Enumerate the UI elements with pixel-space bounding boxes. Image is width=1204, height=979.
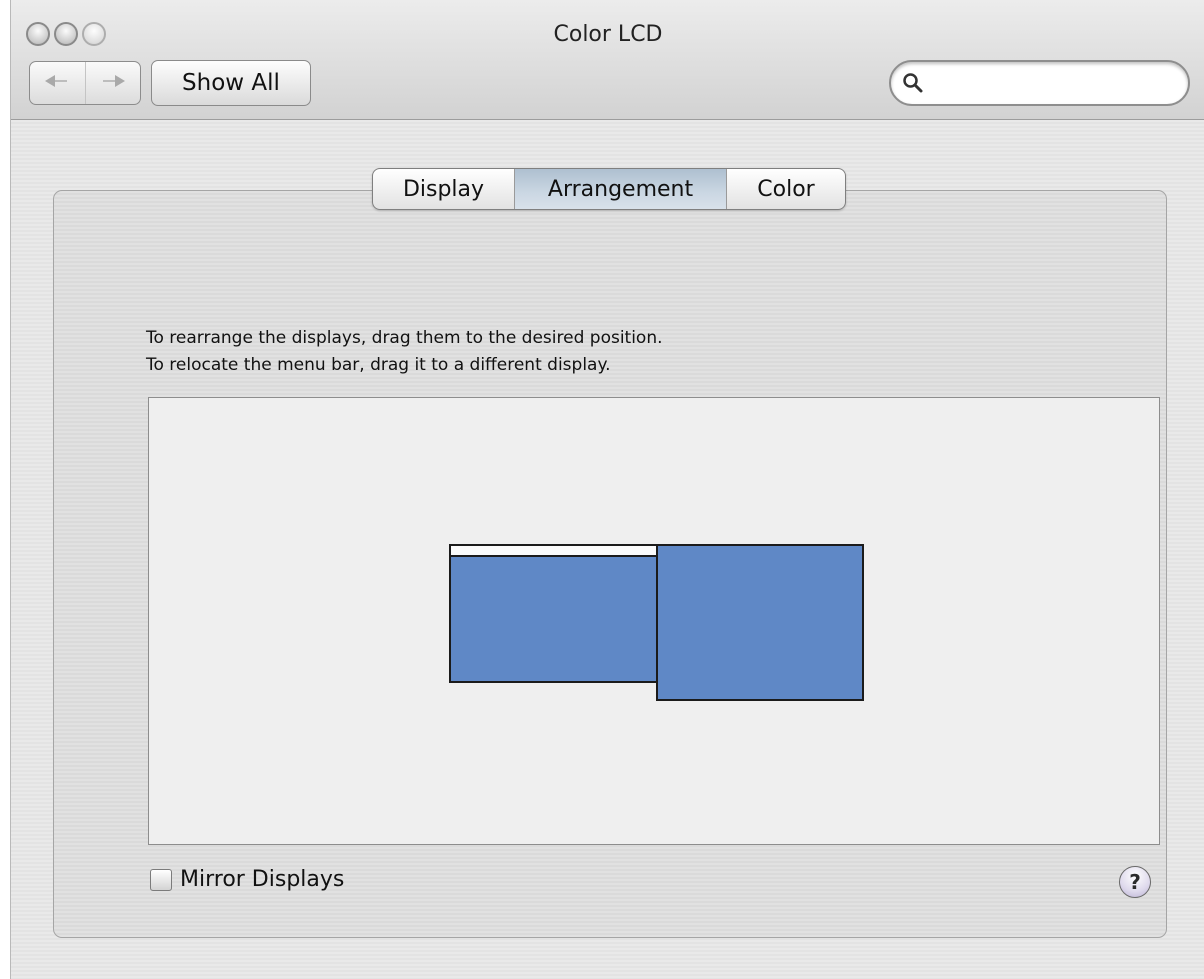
preference-pane: To rearrange the displays, drag them to … — [11, 120, 1204, 979]
forward-arrow-icon — [99, 73, 127, 93]
instruction-menu-bar: To relocate the menu bar, drag it to a d… — [146, 355, 611, 375]
secondary-display[interactable] — [656, 544, 864, 701]
search-field[interactable] — [889, 60, 1190, 106]
mirror-displays-label: Mirror Displays — [180, 867, 345, 892]
mirror-displays-checkbox[interactable] — [150, 868, 172, 891]
mirror-displays-option[interactable]: Mirror Displays — [150, 867, 344, 892]
tab-display[interactable]: Display — [373, 169, 515, 209]
tab-panel: To rearrange the displays, drag them to … — [53, 190, 1167, 938]
tab-color[interactable]: Color — [727, 169, 845, 209]
back-forward-control — [29, 61, 141, 105]
primary-display[interactable] — [449, 544, 658, 683]
help-icon: ? — [1129, 870, 1141, 894]
help-button[interactable]: ? — [1119, 866, 1151, 898]
title-bar: Color LCD Show All — [11, 0, 1204, 120]
tab-bar: Display Arrangement Color — [372, 168, 846, 210]
instructions-text: To rearrange the displays, drag them to … — [146, 325, 663, 379]
back-button[interactable] — [30, 62, 86, 104]
search-input[interactable] — [929, 66, 1174, 100]
back-arrow-icon — [43, 73, 71, 93]
show-all-button[interactable]: Show All — [151, 60, 311, 106]
forward-button[interactable] — [86, 62, 141, 104]
preferences-window: Color LCD Show All To rearrange the disp… — [10, 0, 1204, 979]
tab-arrangement[interactable]: Arrangement — [515, 169, 727, 209]
window-title: Color LCD — [553, 22, 663, 47]
menu-bar-indicator[interactable] — [451, 546, 656, 557]
instruction-rearrange: To rearrange the displays, drag them to … — [146, 328, 663, 348]
display-arrangement-area[interactable] — [148, 397, 1160, 845]
